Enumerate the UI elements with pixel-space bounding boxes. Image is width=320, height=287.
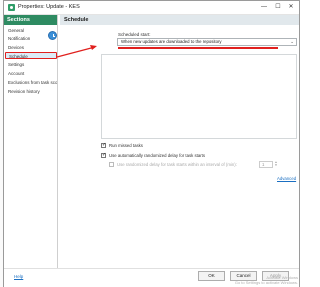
interval-spinbox[interactable]: 1: [259, 161, 273, 168]
scheduled-start-label: Scheduled start:: [118, 32, 151, 37]
help-link[interactable]: Help: [14, 274, 23, 279]
section-item-exclusions[interactable]: Exclusions from task scope: [5, 79, 57, 86]
sections-panel: Sections General Notification Devices Sc…: [4, 15, 58, 268]
scheduled-start-select[interactable]: When new updates are downloaded to the r…: [117, 38, 297, 46]
watermark-line-2: Go to Settings to activate Windows.: [234, 280, 298, 285]
minimize-button[interactable]: —: [259, 3, 269, 12]
schedule-clock-icon: [48, 31, 57, 40]
section-item-account[interactable]: Account: [5, 70, 57, 77]
schedule-settings-area: [101, 54, 297, 139]
scheduled-start-value: When new updates are downloaded to the r…: [121, 39, 222, 44]
advanced-link[interactable]: Advanced: [277, 176, 296, 181]
maximize-button[interactable]: ☐: [273, 3, 283, 12]
annotation-underline: [118, 47, 278, 49]
properties-dialog: Properties: Update - KES — ☐ ✕ Sections …: [3, 0, 300, 287]
section-item-schedule[interactable]: Schedule: [5, 52, 57, 59]
section-item-devices[interactable]: Devices: [5, 44, 57, 51]
run-missed-label: Run missed tasks: [109, 143, 143, 148]
chevron-down-icon: ⌄: [290, 39, 294, 44]
spin-arrows-icon[interactable]: ▲ ▼: [274, 161, 278, 168]
section-item-settings[interactable]: Settings: [5, 61, 57, 68]
ok-button[interactable]: OK: [198, 271, 225, 281]
kaspersky-app-icon: [8, 4, 15, 11]
close-button[interactable]: ✕: [286, 3, 296, 12]
run-missed-checkbox[interactable]: [101, 142, 106, 148]
content-header: Schedule: [60, 15, 299, 25]
randomized-interval-checkbox[interactable]: [109, 162, 114, 167]
randomized-delay-label: Use automatically randomized delay for t…: [109, 153, 206, 158]
randomized-delay-checkbox[interactable]: [101, 152, 106, 158]
section-item-revision-history[interactable]: Revision history: [5, 88, 57, 95]
content-panel: Schedule: [60, 15, 299, 268]
window-title: Properties: Update - KES: [18, 4, 80, 10]
randomized-interval-label: Use randomized delay for task starts wit…: [117, 162, 237, 167]
activate-windows-watermark: Activate Windows Go to Settings to activ…: [235, 275, 298, 285]
sections-header: Sections: [4, 15, 57, 25]
title-bar: Properties: Update - KES — ☐ ✕: [4, 1, 299, 15]
